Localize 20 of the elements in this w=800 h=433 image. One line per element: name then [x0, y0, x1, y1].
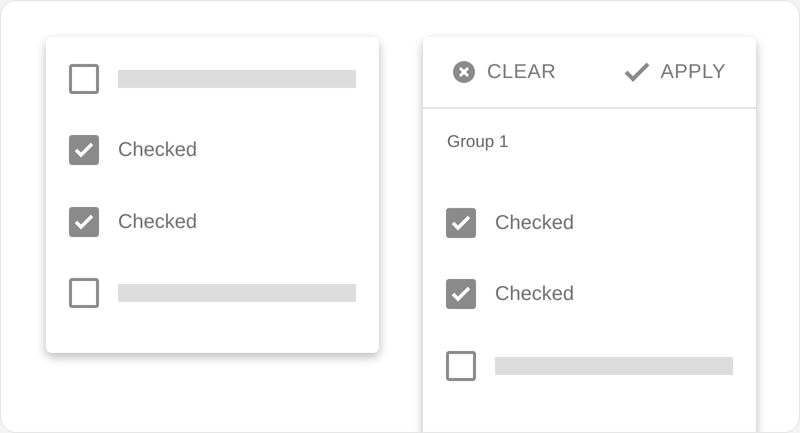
checkbox[interactable] — [69, 135, 99, 166]
checkbox[interactable] — [69, 64, 99, 94]
clear-button[interactable]: CLEAR — [452, 57, 556, 87]
check-icon — [74, 214, 94, 230]
checkbox-label: Checked — [118, 210, 197, 235]
check-icon — [451, 286, 471, 302]
checkbox[interactable] — [69, 206, 99, 237]
checkbox-label: Checked — [495, 282, 574, 308]
clear-icon — [452, 60, 476, 84]
checkbox-label: Checked — [495, 210, 574, 236]
check-icon — [624, 62, 650, 82]
check-icon — [451, 214, 471, 231]
checkbox-label: Checked — [118, 138, 197, 164]
apply-button[interactable]: APPLY — [624, 57, 726, 87]
group-label: Group 1 — [446, 131, 510, 153]
checkbox[interactable] — [69, 278, 99, 308]
checkbox[interactable] — [446, 208, 476, 238]
check-icon — [74, 142, 94, 158]
checkbox[interactable] — [446, 350, 476, 381]
checkbox[interactable] — [446, 279, 476, 310]
